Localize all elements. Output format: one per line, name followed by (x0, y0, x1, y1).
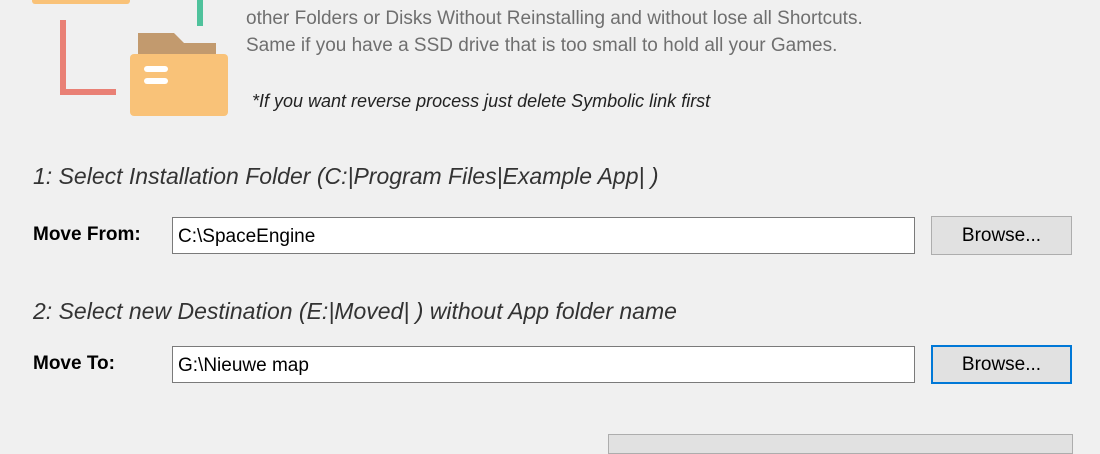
step-2-title: 2: Select new Destination (E:|Moved| ) w… (33, 298, 677, 324)
browse-destination-button[interactable]: Browse... (931, 345, 1072, 384)
move-to-field[interactable]: G:\Nieuwe map (172, 346, 915, 383)
folder-move-illustration (32, 0, 228, 116)
folder-document-icon (130, 33, 228, 116)
move-from-field[interactable]: C:\SpaceEngine (172, 217, 915, 254)
move-to-label: Move To: (33, 353, 115, 374)
reverse-process-note: *If you want reverse process just delete… (252, 91, 711, 111)
description-line-2: Same if you have a SSD drive that is too… (246, 35, 838, 56)
move-from-label: Move From: (33, 224, 141, 245)
browse-source-button[interactable]: Browse... (931, 216, 1072, 255)
source-folder-icon (32, 0, 130, 4)
move-button[interactable] (608, 434, 1073, 454)
description-line-1: other Folders or Disks Without Reinstall… (246, 8, 863, 29)
step-1-title: 1: Select Installation Folder (C:|Progra… (33, 163, 659, 189)
